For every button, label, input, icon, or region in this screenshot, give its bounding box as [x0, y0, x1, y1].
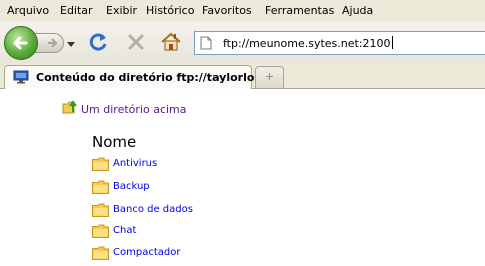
- menu-bar: Arquivo Editar Exibir Histórico Favorito…: [0, 0, 485, 22]
- menu-exibir[interactable]: Exibir: [106, 4, 137, 17]
- up-directory-link[interactable]: Um diretório acima: [81, 103, 187, 116]
- menu-historico[interactable]: Histórico: [146, 4, 194, 17]
- back-arrow-icon: [13, 36, 28, 50]
- history-dropdown-icon[interactable]: [67, 40, 75, 48]
- page-icon: [200, 36, 212, 50]
- tab-strip: Conteúdo do diretório ftp://taylorlo... …: [0, 63, 485, 89]
- text-cursor: [391, 36, 393, 49]
- folder-up-icon[interactable]: [62, 99, 78, 115]
- folder-icon: [92, 157, 109, 171]
- reload-icon[interactable]: [88, 31, 110, 53]
- tab-ftp-directory[interactable]: Conteúdo do diretório ftp://taylorlo...: [4, 65, 267, 89]
- list-item: Backup: [92, 180, 292, 196]
- folder-link-antivirus[interactable]: Antivirus: [113, 158, 157, 169]
- menu-ferramentas[interactable]: Ferramentas: [265, 4, 334, 17]
- folder-icon: [92, 246, 109, 260]
- folder-link-backup[interactable]: Backup: [113, 181, 150, 192]
- forward-arrow-icon: [48, 38, 58, 48]
- url-text[interactable]: ftp://meunome.sytes.net:2100: [223, 36, 393, 50]
- address-bar[interactable]: ftp://meunome.sytes.net:2100: [194, 31, 485, 55]
- back-button[interactable]: [4, 26, 38, 60]
- menu-arquivo[interactable]: Arquivo: [7, 4, 49, 17]
- back-forward-group: [4, 26, 66, 60]
- list-item: Antivirus: [92, 157, 292, 173]
- list-item: Compactador: [92, 246, 292, 262]
- stop-icon[interactable]: [125, 31, 147, 53]
- monitor-icon: [13, 70, 29, 84]
- new-tab-button[interactable]: +: [255, 66, 284, 88]
- navigation-toolbar: ftp://meunome.sytes.net:2100: [0, 22, 485, 65]
- folder-link-chat[interactable]: Chat: [113, 225, 136, 236]
- menu-ajuda[interactable]: Ajuda: [342, 4, 373, 17]
- column-header-name[interactable]: Nome: [92, 133, 136, 151]
- list-item: Chat: [92, 224, 292, 240]
- plus-icon: +: [264, 70, 275, 83]
- folder-link-banco-de-dados[interactable]: Banco de dados: [113, 204, 193, 215]
- menu-editar[interactable]: Editar: [60, 4, 93, 17]
- folder-icon: [92, 180, 109, 194]
- tab-title: Conteúdo do diretório ftp://taylorlo...: [36, 71, 267, 84]
- folder-link-compactador[interactable]: Compactador: [113, 247, 180, 258]
- menu-favoritos[interactable]: Favoritos: [202, 4, 252, 17]
- page-content: Um diretório acima Nome Antivirus Backup…: [0, 89, 485, 266]
- folder-icon: [92, 203, 109, 217]
- folder-icon: [92, 224, 109, 238]
- home-icon[interactable]: [160, 31, 182, 53]
- list-item: Banco de dados: [92, 203, 292, 219]
